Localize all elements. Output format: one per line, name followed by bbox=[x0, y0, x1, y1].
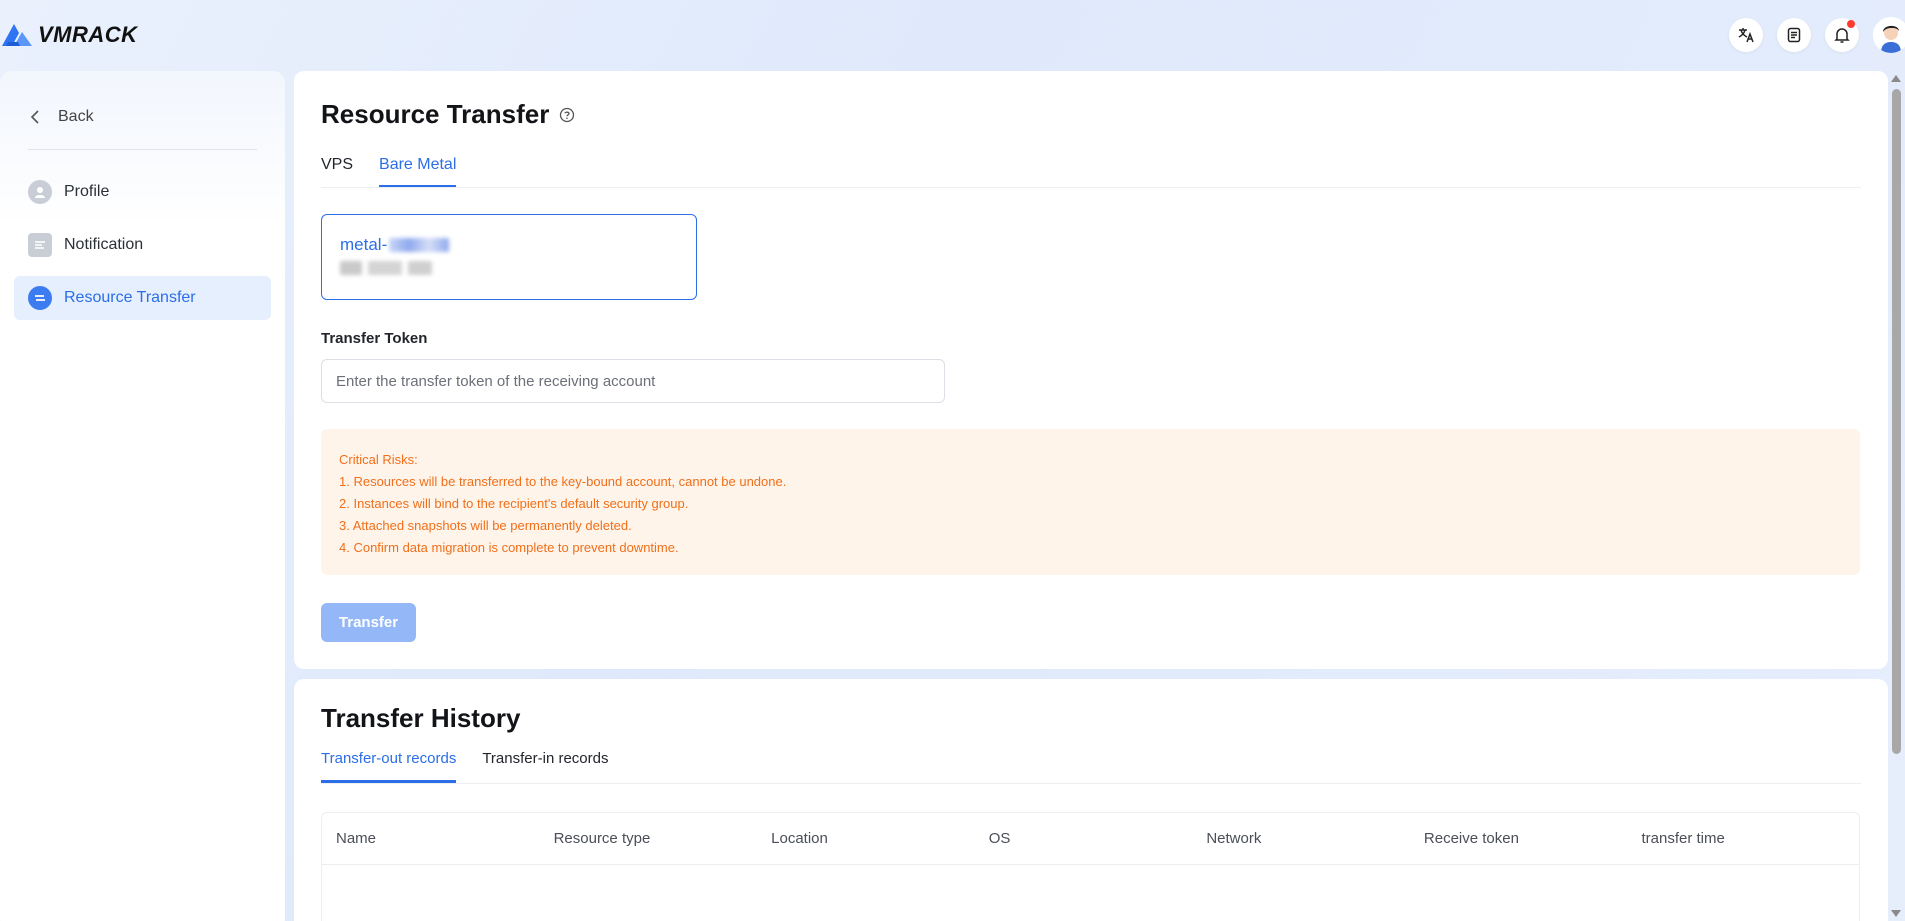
redacted-text bbox=[408, 261, 432, 275]
tab-transfer-out-records[interactable]: Transfer-out records bbox=[321, 746, 457, 783]
history-table: Name Resource type Location OS Network R… bbox=[321, 812, 1860, 921]
redacted-text bbox=[389, 238, 450, 252]
sidebar-item-label: Profile bbox=[64, 183, 110, 200]
profile-icon bbox=[28, 180, 52, 204]
page-title-text: Resource Transfer bbox=[321, 99, 550, 129]
notification-dot bbox=[1847, 20, 1855, 28]
scrollbar-thumb[interactable] bbox=[1892, 89, 1901, 754]
notification-icon bbox=[28, 233, 52, 257]
user-avatar[interactable] bbox=[1873, 17, 1905, 53]
warning-heading: Critical Risks: bbox=[339, 452, 418, 467]
sidebar-item-resource-transfer[interactable]: Resource Transfer bbox=[14, 276, 271, 320]
tab-vps[interactable]: VPS bbox=[321, 156, 353, 187]
top-actions bbox=[1729, 17, 1905, 53]
resource-details-redacted bbox=[340, 261, 678, 275]
resource-name-prefix: metal- bbox=[340, 235, 388, 254]
document-icon bbox=[1787, 27, 1801, 43]
warning-line: 4. Confirm data migration is complete to… bbox=[339, 540, 679, 555]
avatar-icon bbox=[1873, 17, 1905, 53]
column-header-receive-token: Receive token bbox=[1423, 830, 1519, 847]
redacted-text bbox=[368, 261, 402, 275]
resource-card-selected[interactable]: metal- bbox=[321, 214, 697, 300]
table-header: Name Resource type Location OS Network R… bbox=[322, 813, 1859, 865]
scroll-up-arrow-icon[interactable] bbox=[1891, 75, 1901, 82]
top-bar: VMRACK bbox=[0, 0, 1905, 70]
notifications-button[interactable] bbox=[1825, 18, 1859, 52]
back-label: Back bbox=[58, 108, 94, 125]
tab-bare-metal[interactable]: Bare Metal bbox=[379, 156, 457, 187]
sidebar-item-profile[interactable]: Profile bbox=[14, 170, 271, 214]
critical-risks-alert: Critical Risks: 1. Resources will be tra… bbox=[321, 429, 1860, 575]
sidebar-item-label: Resource Transfer bbox=[64, 289, 196, 306]
brand-name: VMRACK bbox=[38, 22, 138, 47]
chevron-left-icon bbox=[30, 110, 39, 124]
column-header-resource-type: Resource type bbox=[553, 830, 651, 847]
warning-line: 1. Resources will be transferred to the … bbox=[339, 474, 787, 489]
back-button[interactable]: Back bbox=[14, 101, 271, 133]
transfer-button[interactable]: Transfer bbox=[321, 603, 416, 642]
transfer-icon bbox=[28, 286, 52, 310]
resource-type-tabs: VPS Bare Metal bbox=[321, 156, 1861, 188]
transfer-history-panel: Transfer History Transfer-out records Tr… bbox=[294, 679, 1888, 921]
docs-button[interactable] bbox=[1777, 18, 1811, 52]
warning-line: 2. Instances will bind to the recipient'… bbox=[339, 496, 689, 511]
vmrack-logo-icon bbox=[2, 24, 32, 46]
translate-icon bbox=[1738, 28, 1754, 43]
bell-icon bbox=[1834, 27, 1850, 43]
sidebar: Back Profile Notification Resource Trans… bbox=[0, 71, 285, 921]
column-header-transfer-time: transfer time bbox=[1641, 830, 1725, 847]
transfer-token-input[interactable] bbox=[321, 359, 945, 403]
sidebar-item-label: Notification bbox=[64, 236, 144, 253]
transfer-token-label: Transfer Token bbox=[321, 330, 428, 347]
sidebar-divider bbox=[28, 149, 257, 150]
language-button[interactable] bbox=[1729, 18, 1763, 52]
brand-logo[interactable]: VMRACK bbox=[0, 20, 138, 50]
redacted-text bbox=[340, 261, 362, 275]
scroll-down-arrow-icon[interactable] bbox=[1891, 910, 1901, 917]
warning-line: 3. Attached snapshots will be permanentl… bbox=[339, 518, 632, 533]
history-tabs: Transfer-out records Transfer-in records bbox=[321, 746, 1861, 784]
sidebar-item-notification[interactable]: Notification bbox=[14, 223, 271, 267]
help-icon[interactable] bbox=[559, 107, 575, 123]
column-header-network: Network bbox=[1206, 830, 1262, 847]
transfer-panel: Resource Transfer VPS Bare Metal metal- … bbox=[294, 71, 1888, 669]
column-header-os: OS bbox=[988, 830, 1011, 847]
column-header-location: Location bbox=[771, 830, 828, 847]
page-title: Resource Transfer bbox=[321, 99, 1861, 130]
column-header-name: Name bbox=[336, 830, 377, 847]
history-title: Transfer History bbox=[321, 703, 521, 733]
resource-name: metal- bbox=[340, 235, 678, 255]
page-scrollbar[interactable] bbox=[1888, 71, 1905, 921]
tab-transfer-in-records[interactable]: Transfer-in records bbox=[482, 746, 608, 783]
